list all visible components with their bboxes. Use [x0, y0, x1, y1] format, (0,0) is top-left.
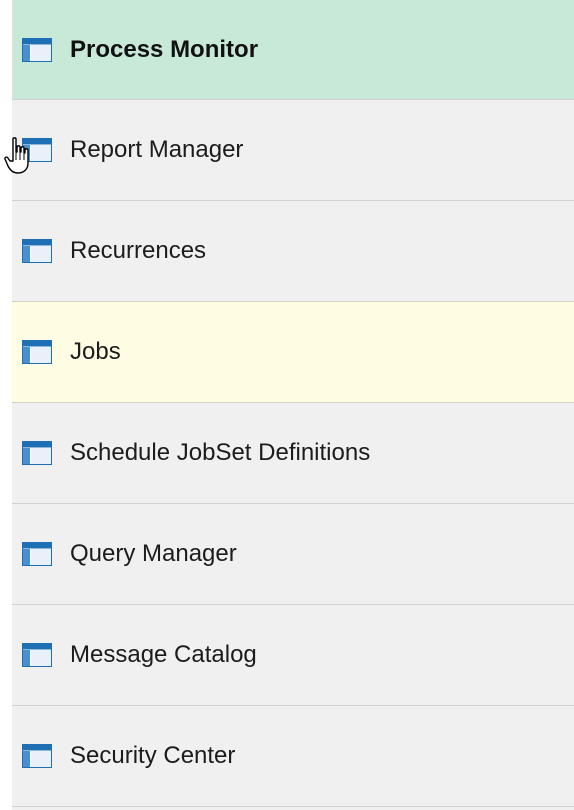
nav-item-report-manager[interactable]: Report Manager [12, 100, 574, 201]
nav-item-recurrences[interactable]: Recurrences [12, 201, 574, 302]
nav-item-label: Message Catalog [70, 641, 257, 668]
page-icon [22, 542, 52, 566]
nav-item-jobs[interactable]: Jobs [12, 302, 574, 403]
nav-item-label: Query Manager [70, 540, 237, 567]
nav-item-label: Recurrences [70, 237, 207, 264]
page-icon [22, 138, 52, 162]
nav-item-label: Jobs [70, 338, 121, 365]
nav-item-label: Report Manager [70, 136, 244, 163]
nav-item-message-catalog[interactable]: Message Catalog [12, 605, 574, 706]
page-icon [22, 441, 52, 465]
nav-item-schedule-jobset-definitions[interactable]: Schedule JobSet Definitions [12, 403, 574, 504]
nav-item-label: Security Center [70, 742, 236, 769]
page-icon [22, 744, 52, 768]
page-icon [22, 239, 52, 263]
nav-item-label: Schedule JobSet Definitions [70, 439, 371, 466]
nav-item-security-center[interactable]: Security Center [12, 706, 574, 807]
nav-item-process-monitor[interactable]: Process Monitor [12, 0, 574, 100]
page-icon [22, 643, 52, 667]
nav-item-label: Process Monitor [70, 35, 259, 63]
nav-item-query-manager[interactable]: Query Manager [12, 504, 574, 605]
page-icon [22, 37, 52, 62]
navigation-list: Process Monitor Report Manager Recurrenc… [12, 0, 574, 810]
page-icon [22, 340, 52, 364]
